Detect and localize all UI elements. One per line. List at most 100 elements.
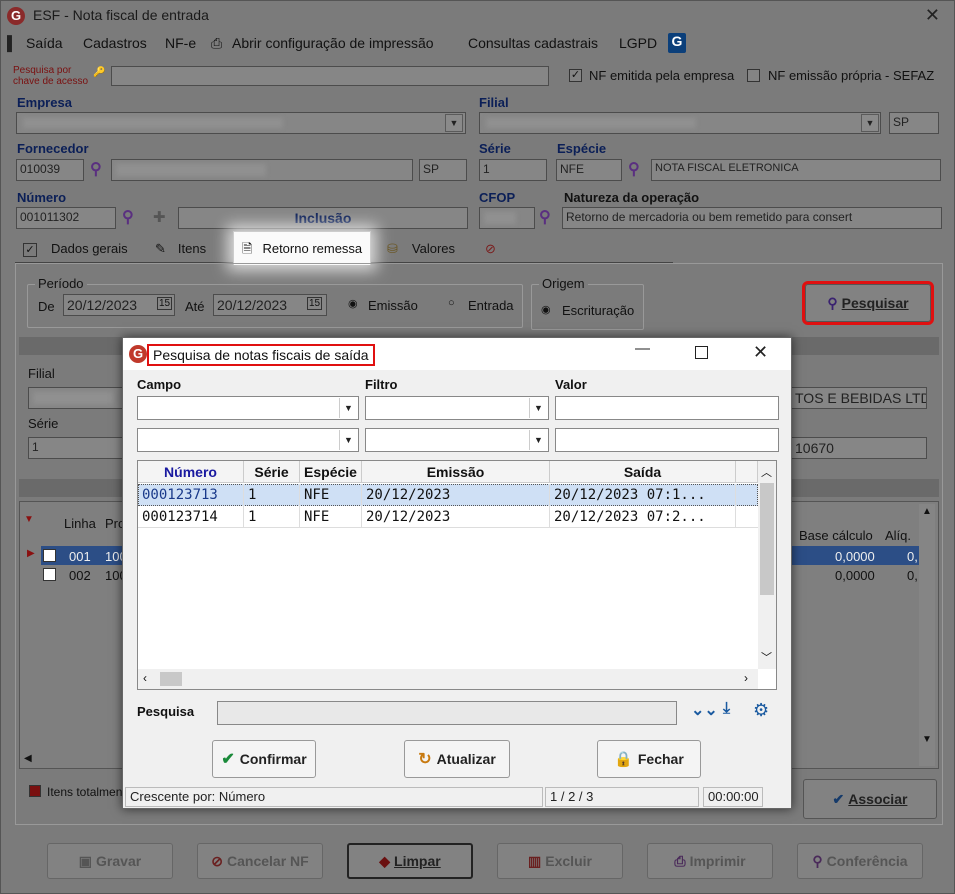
scroll-right-icon[interactable]: › bbox=[744, 671, 748, 685]
legend-label: Itens totalmen bbox=[47, 785, 123, 799]
scroll-down-icon[interactable]: ﹀ bbox=[761, 649, 772, 665]
menu-saida[interactable]: Saída bbox=[26, 35, 63, 51]
tab-dados-gerais[interactable]: ✓ Dados gerais bbox=[17, 235, 134, 263]
filtro-select-1[interactable]: ▼ bbox=[365, 396, 549, 420]
excluir-button[interactable]: ▥ Excluir bbox=[497, 843, 623, 879]
campo-select-2[interactable]: ▼ bbox=[137, 428, 359, 452]
scroll-up-icon[interactable]: ▲ bbox=[922, 506, 932, 517]
conferencia-button[interactable]: ⚲ Conferência bbox=[797, 843, 923, 879]
especie-input[interactable]: NFE bbox=[556, 159, 622, 181]
col-emissao[interactable]: Emissão bbox=[362, 461, 550, 483]
close-icon[interactable]: ✕ bbox=[753, 342, 768, 363]
status-time: 00:00:00 bbox=[703, 787, 763, 807]
filtro-select-2[interactable]: ▼ bbox=[365, 428, 549, 452]
search-icon[interactable]: ⚲ bbox=[628, 159, 640, 179]
tab-extra[interactable]: ⊘ bbox=[479, 235, 502, 263]
tab-valores[interactable]: ⛁ Valores bbox=[381, 235, 461, 263]
menu-lgpd[interactable]: LGPD bbox=[619, 35, 657, 51]
excluir-label: Excluir bbox=[545, 853, 592, 869]
calendar-icon[interactable]: 15 bbox=[157, 297, 173, 310]
scroll-left-icon[interactable]: ◀ bbox=[24, 753, 32, 764]
cancelar-label: Cancelar NF bbox=[227, 853, 309, 869]
items-scrollbar[interactable] bbox=[919, 504, 935, 766]
escrituracao-radio[interactable]: ◉ bbox=[541, 303, 551, 316]
trash-icon: ▥ bbox=[528, 852, 542, 869]
scroll-down-icon[interactable]: ▼ bbox=[922, 734, 932, 745]
scroll-up-icon[interactable]: ︿ bbox=[761, 464, 772, 480]
empresa-select[interactable] bbox=[16, 112, 466, 134]
campo-select-1[interactable]: ▼ bbox=[137, 396, 359, 420]
fechar-button[interactable]: 🔒 Fechar bbox=[597, 740, 701, 778]
scrollbar-thumb[interactable] bbox=[760, 483, 774, 595]
tab-itens[interactable]: ✎ Itens bbox=[149, 235, 212, 263]
cell-serie: 1 bbox=[244, 484, 300, 506]
row-linha: 002 bbox=[69, 568, 91, 583]
numero-input[interactable]: 001011302 bbox=[16, 207, 116, 229]
atualizar-button[interactable]: ↻ Atualizar bbox=[404, 740, 510, 778]
calendar-icon[interactable]: 15 bbox=[307, 297, 323, 310]
col-especie[interactable]: Espécie bbox=[300, 461, 362, 483]
search-icon[interactable]: ⚲ bbox=[122, 207, 134, 227]
chevron-down-icon[interactable]: ▼ bbox=[861, 114, 879, 132]
emissao-radio[interactable]: ◉ bbox=[348, 297, 358, 310]
imprimir-button[interactable]: ⎙ Imprimir bbox=[647, 843, 773, 879]
menu-nfe[interactable]: NF-e bbox=[165, 35, 196, 51]
especie-desc: NOTA FISCAL ELETRONICA bbox=[651, 159, 941, 181]
row-checkbox[interactable] bbox=[43, 568, 56, 581]
row-aliq: 0, bbox=[907, 549, 918, 564]
results-grid: Número Série Espécie Emissão Saída 00012… bbox=[137, 460, 777, 690]
menu-cadastros[interactable]: Cadastros bbox=[83, 35, 147, 51]
add-icon[interactable]: ✚ bbox=[153, 208, 166, 226]
search-icon[interactable]: ⚲ bbox=[90, 159, 102, 179]
confirmar-button[interactable]: ✔ Confirmar bbox=[212, 740, 316, 778]
collapse-all-icon[interactable]: ⤓ bbox=[723, 700, 730, 718]
tab-label: Retorno remessa bbox=[262, 241, 363, 256]
gravar-button[interactable]: ▣ Gravar bbox=[47, 843, 173, 879]
tab-retorno-remessa[interactable]: 🗎 Retorno remessa bbox=[233, 231, 372, 265]
scroll-left-icon[interactable]: ‹ bbox=[143, 671, 147, 685]
search-key-input[interactable] bbox=[111, 66, 549, 86]
printer-icon: ⎙ bbox=[674, 852, 686, 869]
serie-input[interactable]: 1 bbox=[479, 159, 547, 181]
valor-input-1[interactable] bbox=[555, 396, 779, 420]
row-aliq: 0, bbox=[907, 568, 918, 583]
lgpd-logo-icon[interactable]: G bbox=[668, 33, 686, 53]
pesquisa-input[interactable] bbox=[217, 701, 677, 725]
search-icon[interactable]: ⚲ bbox=[539, 207, 551, 227]
expand-all-icon[interactable]: ⌄⌄ bbox=[691, 700, 718, 720]
valor-input-2[interactable] bbox=[555, 428, 779, 452]
horizontal-scrollbar[interactable] bbox=[138, 669, 758, 689]
col-spacer bbox=[736, 461, 758, 483]
chevron-down-icon: ▼ bbox=[339, 430, 357, 450]
col-numero[interactable]: Número bbox=[138, 461, 244, 483]
nf-propria-checkbox[interactable] bbox=[747, 69, 760, 82]
pesquisar-button[interactable]: ⚲ Pesquisar bbox=[802, 281, 934, 325]
close-icon[interactable]: ✕ bbox=[925, 5, 940, 26]
sort-icon[interactable]: ▼ bbox=[24, 514, 34, 525]
coins-icon: ⛁ bbox=[387, 241, 398, 256]
limpar-button[interactable]: ◆ Limpar bbox=[347, 843, 473, 879]
hscroll-thumb[interactable] bbox=[160, 672, 182, 686]
minimize-icon[interactable]: — bbox=[635, 340, 650, 357]
chevron-down-icon[interactable]: ▼ bbox=[445, 114, 463, 132]
tab-label: Dados gerais bbox=[51, 241, 128, 256]
nf-propria-label: NF emissão própria - SEFAZ bbox=[768, 68, 935, 83]
conferencia-label: Conferência bbox=[826, 853, 908, 869]
col-serie[interactable]: Série bbox=[244, 461, 300, 483]
gear-icon[interactable]: ⚙ bbox=[753, 700, 769, 721]
maximize-icon[interactable] bbox=[695, 346, 708, 359]
cancelar-nf-button[interactable]: ⊘ Cancelar NF bbox=[197, 843, 323, 879]
col-saida[interactable]: Saída bbox=[550, 461, 736, 483]
status-field: Inclusão bbox=[178, 207, 468, 229]
entrada-radio[interactable]: ○ bbox=[448, 297, 455, 309]
nf-emitida-checkbox[interactable]: ✓ bbox=[569, 69, 582, 82]
fornecedor-code[interactable]: 010039 bbox=[16, 159, 84, 181]
row-checkbox[interactable] bbox=[43, 549, 56, 562]
menu-config-impressao[interactable]: Abrir configuração de impressão bbox=[232, 35, 434, 51]
cfop-input[interactable] bbox=[479, 207, 535, 229]
app-logo-icon: G bbox=[7, 7, 25, 25]
associar-button[interactable]: ✔ Associar bbox=[803, 779, 937, 819]
filial-select[interactable] bbox=[479, 112, 881, 134]
filial-uf: SP bbox=[889, 112, 939, 134]
menu-consultas[interactable]: Consultas cadastrais bbox=[468, 35, 598, 51]
